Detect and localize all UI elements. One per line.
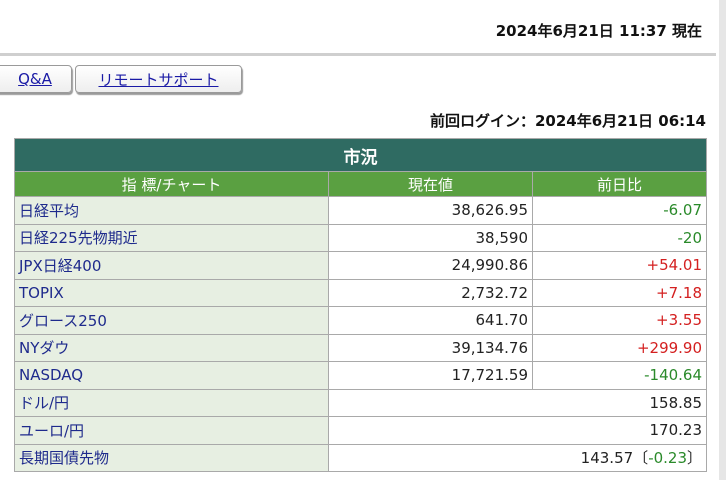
indicator-link[interactable]: 日経225先物期近 [14, 223, 329, 252]
fx-rows: ドル/円 158.85 ユーロ/円 170.23 [14, 388, 708, 445]
table-row: TOPIX 2,732.72 +7.18 [14, 278, 708, 307]
indicator-link[interactable]: グロース250 [14, 306, 329, 335]
change-value: +299.90 [531, 333, 708, 362]
fx-indicator-link[interactable]: ドル/円 [14, 388, 329, 417]
bond-change-close-bracket: 〕 [687, 449, 703, 468]
indicator-link[interactable]: NASDAQ [14, 361, 329, 390]
last-login-info: 前回ログイン：2024年6月21日 06:14 [429, 112, 706, 130]
table-row: NYダウ 39,134.76 +299.90 [14, 333, 708, 362]
change-value: -20 [531, 223, 708, 252]
change-value: +3.55 [531, 306, 708, 335]
change-value: +54.01 [531, 251, 708, 280]
column-header-change: 前日比 [531, 171, 708, 197]
table-row: ドル/円 158.85 [14, 388, 708, 417]
change-value: -6.07 [531, 196, 708, 225]
fx-rate-value: 158.85 [327, 388, 708, 417]
fx-rate-value: 170.23 [327, 416, 708, 445]
table-row: NASDAQ 17,721.59 -140.64 [14, 361, 708, 390]
bond-futures-link[interactable]: 長期国債先物 [14, 443, 329, 472]
remote-support-button-label: リモートサポート [98, 70, 219, 89]
bond-change-open-bracket: 〔 [633, 449, 649, 468]
market-conditions-table: 市況 指 標/チャート 現在値 前日比 日経平均 38,626.95 -6.07 日経… [13, 138, 708, 472]
current-value: 17,721.59 [328, 361, 533, 390]
current-value: 24,990.86 [328, 251, 533, 280]
indicator-link[interactable]: NYダウ [14, 333, 329, 362]
current-value: 38,626.95 [328, 196, 533, 225]
indicator-link[interactable]: TOPIX [14, 278, 329, 307]
fx-indicator-link[interactable]: ユーロ/円 [14, 416, 329, 445]
current-value: 641.70 [328, 306, 533, 335]
remote-support-button[interactable]: リモートサポート [75, 65, 242, 93]
current-value: 39,134.76 [328, 333, 533, 362]
bond-futures-value-cell: 143.57〔-0.23〕 [327, 443, 708, 472]
change-value: +7.18 [531, 278, 708, 307]
qa-button-label: Q&A [18, 70, 52, 88]
table-row: ユーロ/円 170.23 [14, 416, 708, 445]
vertical-scrollbar[interactable] [719, 0, 726, 480]
indicator-link[interactable]: JPX日経400 [14, 251, 329, 280]
current-value: 38,590 [328, 223, 533, 252]
table-row: JPX日経400 24,990.86 +54.01 [14, 251, 708, 280]
table-row: グロース250 641.70 +3.55 [14, 306, 708, 335]
bond-futures-change: -0.23 [648, 449, 687, 468]
header-divider [0, 53, 716, 56]
table-title: 市況 [13, 138, 708, 172]
table-row: 日経平均 38,626.95 -6.07 [14, 196, 708, 225]
current-datetime: 2024年6月21日 11:37 現在 [495, 22, 702, 40]
bond-futures-value: 143.57 [580, 449, 634, 468]
column-header-current-value: 現在値 [328, 171, 533, 197]
column-header-indicator: 指 標/チャート [14, 171, 329, 197]
table-row: 長期国債先物 143.57〔-0.23〕 [14, 443, 708, 472]
index-rows: 日経平均 38,626.95 -6.07 日経225先物期近 38,590 -20 JPX日… [14, 196, 708, 390]
indicator-link[interactable]: 日経平均 [14, 196, 329, 225]
qa-button[interactable]: Q&A [0, 65, 72, 93]
current-value: 2,732.72 [328, 278, 533, 307]
change-value: -140.64 [531, 361, 708, 390]
table-row: 日経225先物期近 38,590 -20 [14, 223, 708, 252]
